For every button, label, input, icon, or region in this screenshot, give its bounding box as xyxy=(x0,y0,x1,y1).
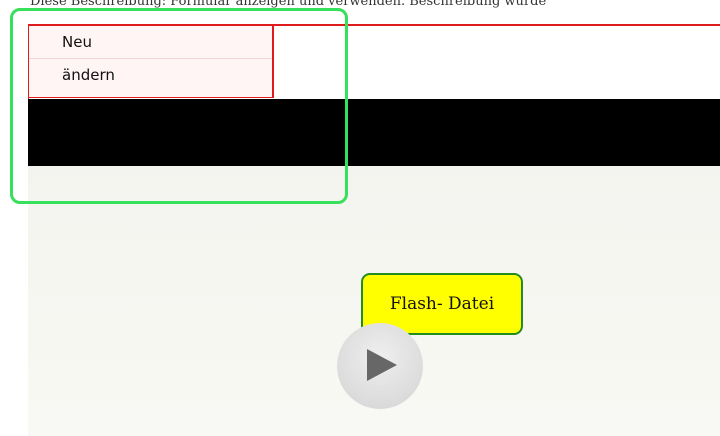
highlight-box xyxy=(10,8,348,204)
play-icon xyxy=(367,349,397,381)
partial-description-text: Diese Beschreibung: Formular anzeigen un… xyxy=(30,0,547,8)
flash-callout-label: Flash- Datei xyxy=(389,294,495,314)
play-button[interactable] xyxy=(337,323,423,409)
